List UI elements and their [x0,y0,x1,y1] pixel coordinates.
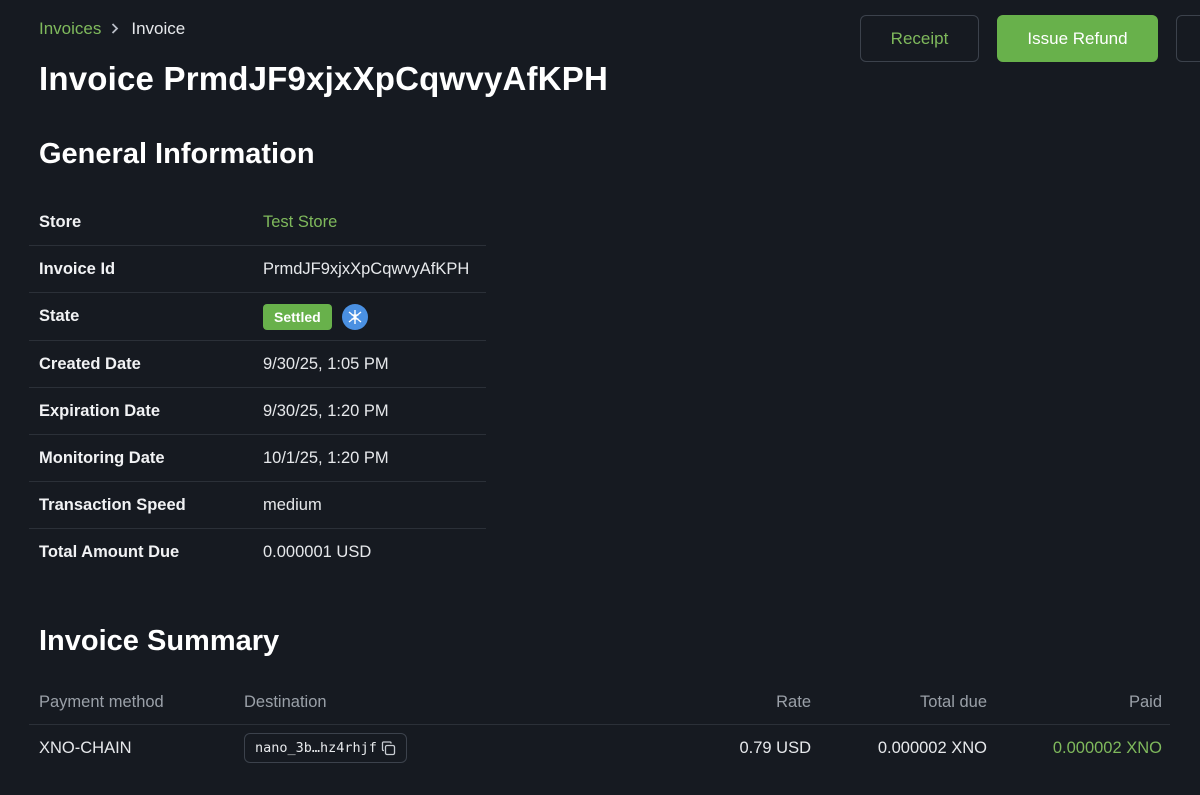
status-badge: Settled [263,303,332,330]
destination-address: nano_3b…hz4rhjf [255,740,377,756]
general-information-heading: General Information [39,138,315,170]
info-row-transaction-speed: Transaction Speed medium [29,482,486,529]
column-header-destination: Destination [244,692,327,711]
table-row: XNO-CHAIN nano_3b…hz4rhjf 0.79 USD 0.000… [29,725,1170,771]
info-label: State [39,307,80,325]
issue-refund-button[interactable]: Issue Refund [997,15,1158,62]
info-label: Monitoring Date [39,448,165,467]
breadcrumb-current: Invoice [131,19,186,38]
created-date-value: 9/30/25, 1:05 PM [263,354,389,373]
info-label: Transaction Speed [39,495,186,514]
store-link[interactable]: Test Store [263,213,337,232]
breadcrumb: Invoices Invoice [39,17,185,41]
receipt-button[interactable]: Receipt [860,15,979,62]
invoice-id-value: PrmdJF9xjxXpCqwvyAfKPH [263,259,470,278]
info-label: Expiration Date [39,401,161,420]
info-label: Total Amount Due [39,542,180,561]
info-row-expiration-date: Expiration Date 9/30/25, 1:20 PM [29,388,486,435]
chevron-right-icon [111,22,119,37]
expiration-date-value: 9/30/25, 1:20 PM [263,401,389,420]
destination-cell: nano_3b…hz4rhjf [244,725,407,771]
monitoring-date-value: 10/1/25, 1:20 PM [263,448,389,467]
info-label: Invoice Id [39,259,116,278]
breadcrumb-invoices-link[interactable]: Invoices [39,19,101,39]
paid-cell: 0.000002 XNO [1052,738,1162,757]
payment-method-cell: XNO-CHAIN [39,738,132,757]
transaction-speed-value: medium [263,495,322,514]
total-due-cell: 0.000002 XNO [877,738,987,757]
info-row-monitoring-date: Monitoring Date 10/1/25, 1:20 PM [29,435,486,482]
info-row-total-amount-due: Total Amount Due 0.000001 USD [29,529,486,575]
general-information-table: Store Test Store Invoice Id PrmdJF9xjxXp… [29,199,486,575]
invoice-page: Invoices Invoice Receipt Issue Refund In… [0,0,1200,795]
info-label: Created Date [39,354,141,373]
invoice-summary-heading: Invoice Summary [39,625,280,657]
column-header-rate: Rate [776,692,811,711]
summary-table-header: Payment method Destination Rate Total du… [29,680,1170,725]
info-row-store: Store Test Store [29,199,486,246]
column-header-payment-method: Payment method [39,692,164,711]
more-actions-button[interactable] [1176,15,1200,62]
total-amount-due-value: 0.000001 USD [263,542,372,561]
info-label: Store [39,212,82,231]
info-row-state: State Settled [29,293,486,341]
state-value: Settled [263,303,368,330]
destination-address-box[interactable]: nano_3b…hz4rhjf [244,733,407,763]
rate-cell: 0.79 USD [739,738,811,757]
column-header-paid: Paid [1128,692,1162,711]
action-buttons: Receipt Issue Refund [860,15,1200,62]
info-row-invoice-id: Invoice Id PrmdJF9xjxXpCqwvyAfKPH [29,246,486,293]
nano-icon [341,303,368,330]
page-title: Invoice PrmdJF9xjxXpCqwvyAfKPH [39,60,608,97]
copy-icon[interactable] [381,740,396,756]
info-row-created-date: Created Date 9/30/25, 1:05 PM [29,341,486,388]
column-header-total-due: Total due [920,692,987,711]
